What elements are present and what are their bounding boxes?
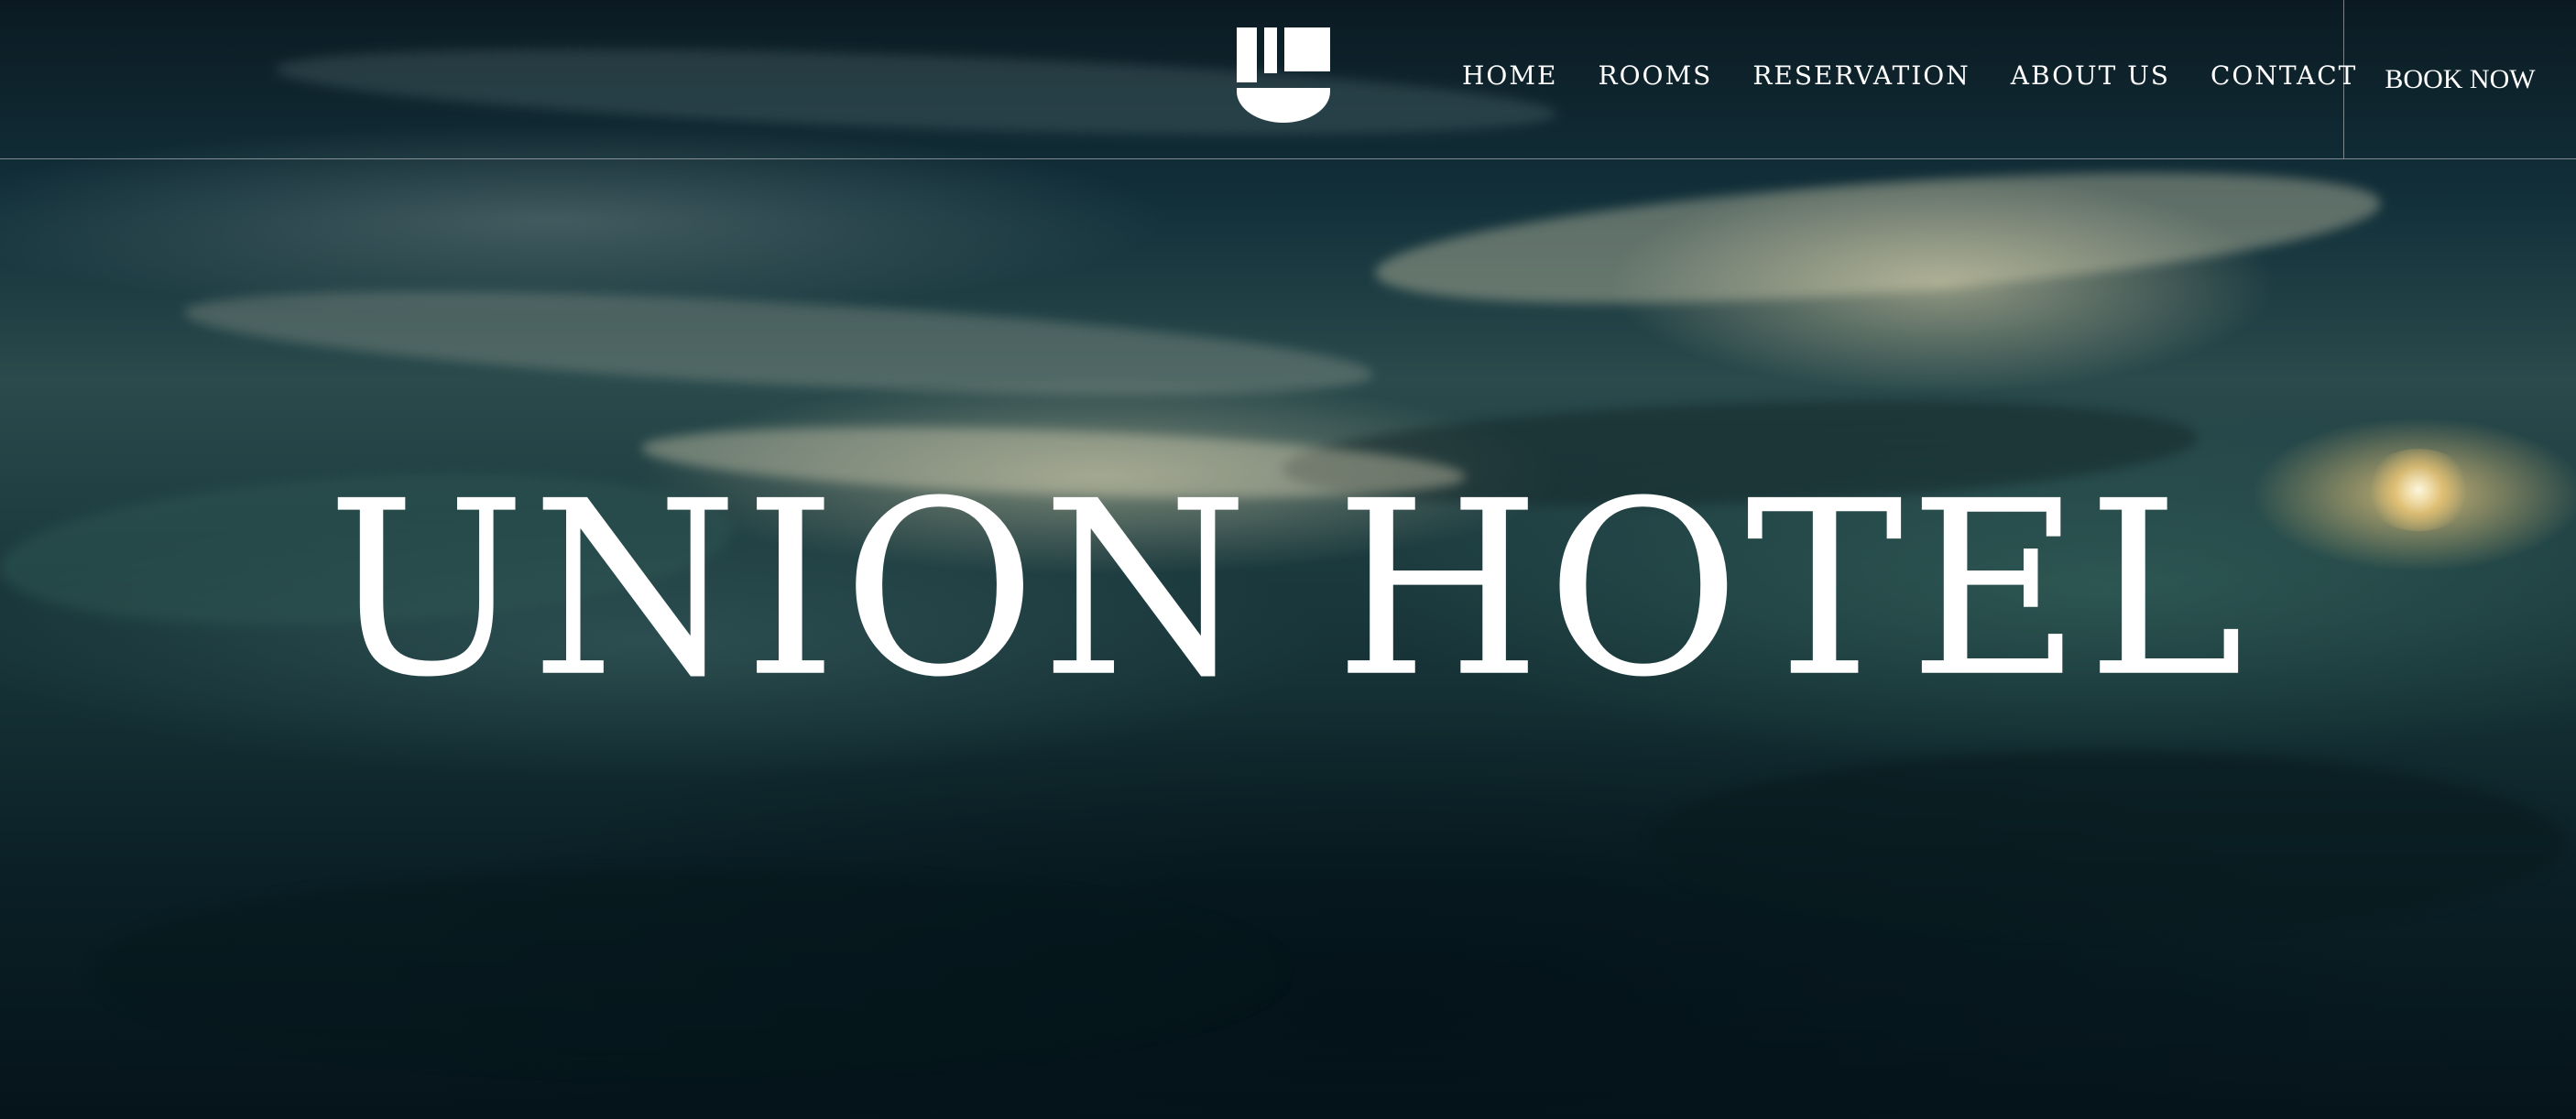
water-ripple [1649,751,2565,934]
union-u-logo-icon[interactable] [1237,27,1330,123]
water-ripple [92,870,1283,1071]
hero-title: UNION HOTEL [326,449,2250,730]
water-ripple [181,271,1376,416]
water-ripple [1371,147,2385,329]
landing-page: HOME ROOMS RESERVATION ABOUT US CONTACT … [0,0,2576,1119]
nav-home[interactable]: HOME [1462,60,1557,91]
site-header: HOME ROOMS RESERVATION ABOUT US CONTACT … [0,0,2576,159]
nav-about-us[interactable]: ABOUT US [2011,60,2170,91]
nav-contact[interactable]: CONTACT [2210,60,2357,91]
nav-rooms[interactable]: ROOMS [1598,60,1712,91]
main-navigation: HOME ROOMS RESERVATION ABOUT US CONTACT [1462,60,2357,91]
book-now-button[interactable]: BOOK NOW [2344,0,2576,158]
nav-reservation[interactable]: RESERVATION [1752,60,1970,91]
